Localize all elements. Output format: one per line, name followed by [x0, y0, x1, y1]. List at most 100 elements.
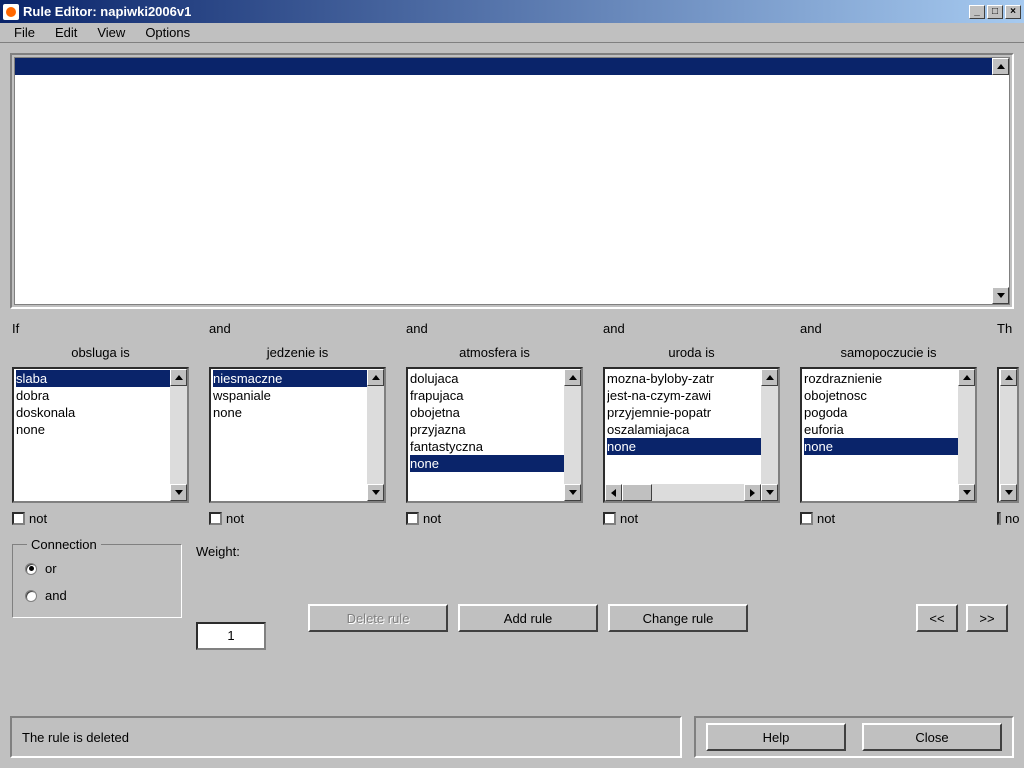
menu-options[interactable]: Options: [135, 24, 200, 41]
connection-and-label: and: [45, 588, 67, 603]
list-item[interactable]: przyjemnie-popatr: [607, 404, 776, 421]
list-item[interactable]: none: [213, 404, 382, 421]
list-item[interactable]: wspaniale: [213, 387, 382, 404]
list-item[interactable]: oszalamiajaca: [607, 421, 776, 438]
column-conjunction: and: [406, 321, 583, 339]
rules-scroll-up[interactable]: [992, 58, 1009, 75]
connection-and-radio[interactable]: and: [25, 588, 169, 603]
weight-input[interactable]: 1: [196, 622, 266, 650]
prev-rule-button[interactable]: <<: [916, 604, 958, 632]
app-icon: [3, 4, 19, 20]
list-item[interactable]: none: [607, 438, 776, 455]
scroll-up-icon[interactable]: [367, 369, 384, 386]
rules-list-selected-row[interactable]: [15, 58, 992, 75]
close-window-button[interactable]: ×: [1005, 5, 1021, 19]
delete-rule-button[interactable]: Delete rule: [308, 604, 448, 632]
menu-file[interactable]: File: [4, 24, 45, 41]
not-label: not: [817, 511, 835, 526]
list-item[interactable]: mozna-byloby-zatr: [607, 370, 776, 387]
variable-column: and atmosfera is dolujacafrapujacaobojetna…: [406, 321, 583, 526]
connection-group: Connection or and: [12, 544, 182, 618]
scroll-up-icon[interactable]: [1000, 369, 1017, 386]
scroll-down-icon[interactable]: [958, 484, 975, 501]
list-item[interactable]: niesmaczne: [213, 370, 382, 387]
variable-listbox[interactable]: slabadobradoskonalanone: [12, 367, 189, 503]
window-title: Rule Editor: napiwki2006v1: [23, 4, 191, 19]
variable-listbox[interactable]: niesmacznewspanialenone: [209, 367, 386, 503]
next-rule-button[interactable]: >>: [966, 604, 1008, 632]
list-item[interactable]: jest-na-czym-zawi: [607, 387, 776, 404]
status-message: The rule is deleted: [10, 716, 682, 758]
variable-listbox[interactable]: mozna-byloby-zatrjest-na-czym-zawiprzyje…: [603, 367, 780, 503]
rules-area-frame: [10, 53, 1014, 309]
not-checkbox[interactable]: [12, 512, 25, 525]
menu-edit[interactable]: Edit: [45, 24, 87, 41]
list-item[interactable]: none: [16, 421, 185, 438]
scroll-down-icon[interactable]: [1000, 484, 1017, 501]
variable-column: andjedzenie isniesmacznewspanialenonenot: [209, 321, 386, 526]
not-checkbox[interactable]: [997, 512, 1001, 525]
scroll-down-icon[interactable]: [761, 484, 778, 501]
scroll-thumb[interactable]: [622, 484, 652, 501]
scroll-up-icon[interactable]: [761, 369, 778, 386]
not-checkbox[interactable]: [406, 512, 419, 525]
variable-listbox[interactable]: rozdraznienieobojetnoscpogodaeuforianone: [800, 367, 977, 503]
rules-list[interactable]: [14, 57, 1010, 305]
list-item[interactable]: dobra: [16, 387, 185, 404]
not-label: not: [29, 511, 47, 526]
menu-bar: File Edit View Options: [0, 23, 1024, 43]
column-header: atmosfera is: [406, 345, 583, 363]
list-item[interactable]: doskonala: [16, 404, 185, 421]
menu-view[interactable]: View: [87, 24, 135, 41]
variable-listbox[interactable]: dolujacafrapujacaobojetnaprzyjaznafantas…: [406, 367, 583, 503]
column-header: jedzenie is: [209, 345, 386, 363]
list-item[interactable]: slaba: [16, 370, 185, 387]
variable-listbox[interactable]: srnisrwyekno: [997, 367, 1019, 503]
list-item[interactable]: obojetna: [410, 404, 579, 421]
list-item[interactable]: none: [410, 455, 579, 472]
column-conjunction: and: [800, 321, 977, 339]
weight-label: Weight:: [196, 544, 266, 562]
title-bar: Rule Editor: napiwki2006v1 _ □ ×: [0, 0, 1024, 23]
help-button[interactable]: Help: [706, 723, 846, 751]
list-item[interactable]: przyjazna: [410, 421, 579, 438]
minimize-button[interactable]: _: [969, 5, 985, 19]
list-item[interactable]: fantastyczna: [410, 438, 579, 455]
connection-legend: Connection: [27, 537, 101, 552]
variable-column: and samopoczucie is rozdraznienieobojetnos…: [800, 321, 977, 526]
list-item[interactable]: rozdraznienie: [804, 370, 973, 387]
not-checkbox[interactable]: [603, 512, 616, 525]
list-item[interactable]: obojetnosc: [804, 387, 973, 404]
scroll-right-icon[interactable]: [744, 484, 761, 501]
rules-scroll-down[interactable]: [992, 287, 1009, 304]
column-conjunction: If: [12, 321, 189, 339]
change-rule-button[interactable]: Change rule: [608, 604, 748, 632]
add-rule-button[interactable]: Add rule: [458, 604, 598, 632]
column-header: samopoczucie is: [800, 345, 977, 363]
variable-column: Ifobsluga isslabadobradoskonalanonenot: [12, 321, 189, 526]
scroll-up-icon[interactable]: [170, 369, 187, 386]
not-checkbox[interactable]: [800, 512, 813, 525]
scroll-left-icon[interactable]: [605, 484, 622, 501]
list-item[interactable]: none: [804, 438, 973, 455]
not-checkbox-row: not: [209, 511, 386, 526]
scroll-down-icon[interactable]: [170, 484, 187, 501]
not-label: not: [423, 511, 441, 526]
connection-or-radio[interactable]: or: [25, 561, 169, 576]
list-item[interactable]: frapujaca: [410, 387, 579, 404]
scroll-down-icon[interactable]: [367, 484, 384, 501]
scroll-up-icon[interactable]: [958, 369, 975, 386]
scroll-down-icon[interactable]: [564, 484, 581, 501]
close-button[interactable]: Close: [862, 723, 1002, 751]
not-checkbox[interactable]: [209, 512, 222, 525]
column-header: [997, 345, 1019, 363]
list-item[interactable]: dolujaca: [410, 370, 579, 387]
maximize-button[interactable]: □: [987, 5, 1003, 19]
not-label: not: [226, 511, 244, 526]
list-item[interactable]: euforia: [804, 421, 973, 438]
list-item[interactable]: pogoda: [804, 404, 973, 421]
not-checkbox-row: not: [997, 511, 1019, 526]
not-checkbox-row: not: [603, 511, 780, 526]
scroll-up-icon[interactable]: [564, 369, 581, 386]
variable-column: Thsrnisrwyeknonot: [997, 321, 1019, 526]
